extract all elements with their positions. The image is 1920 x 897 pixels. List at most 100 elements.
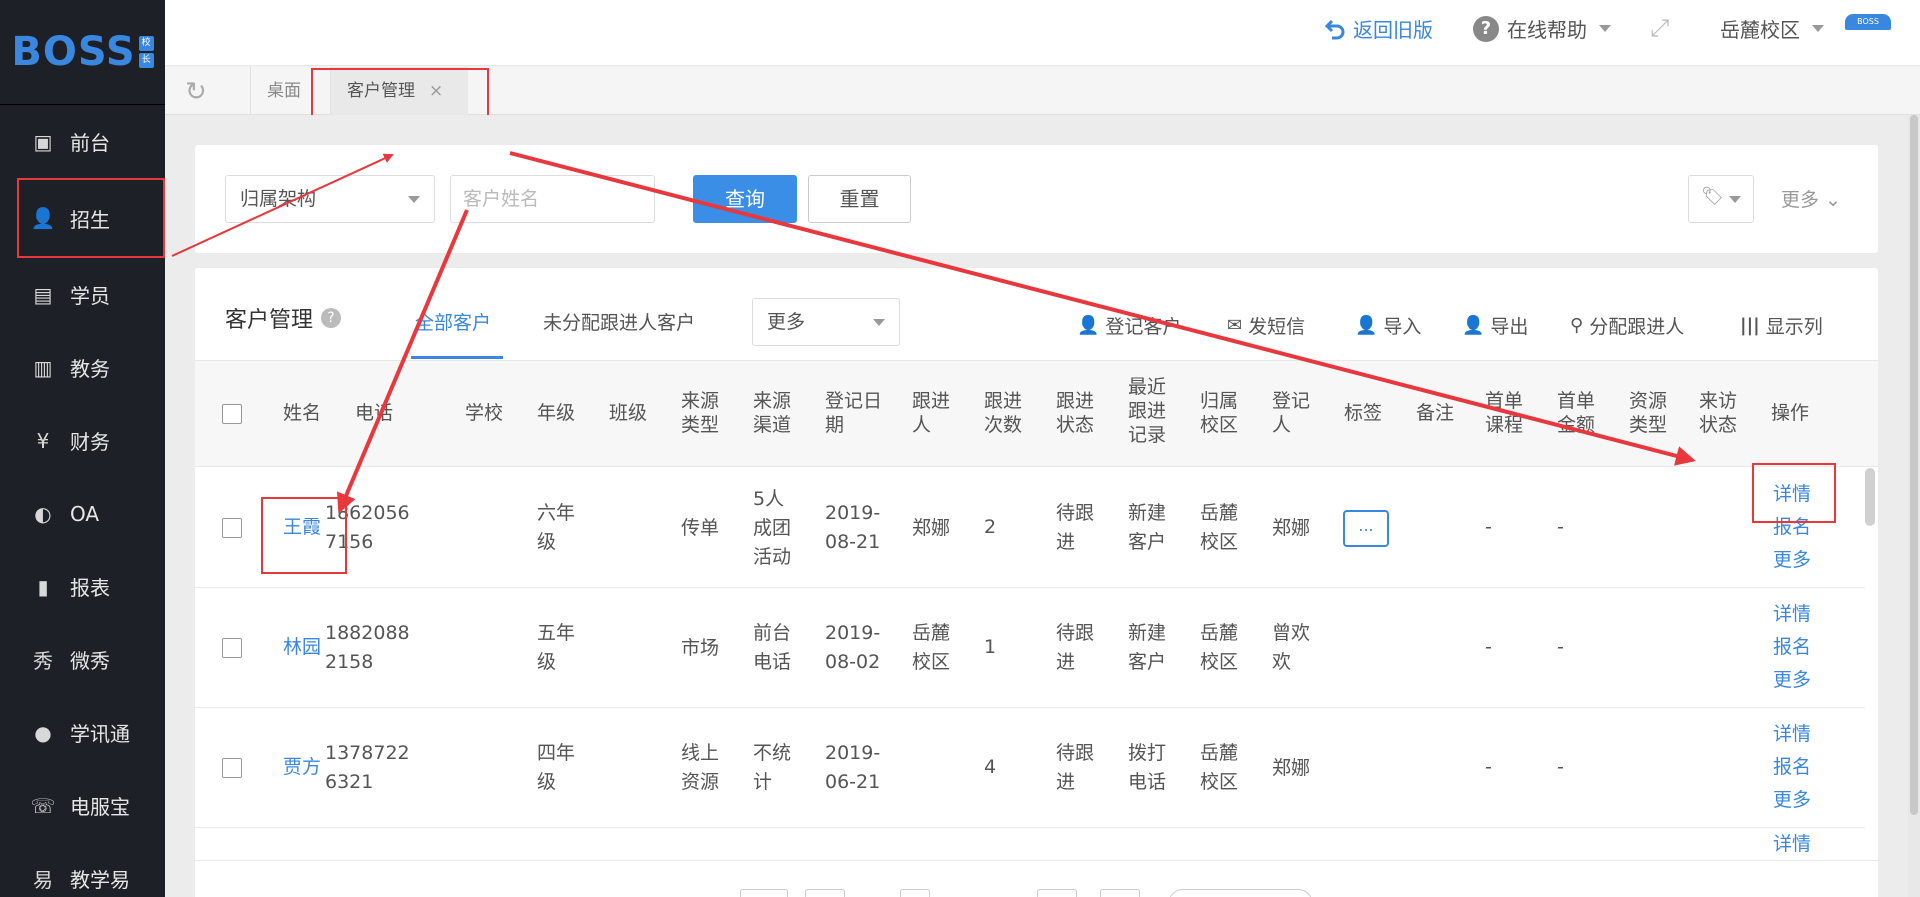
cell-phone: 1378722 6321: [325, 742, 410, 793]
row-checkbox[interactable]: [222, 758, 242, 778]
sidebar-item-label: 招生: [70, 207, 110, 232]
cell-source-type: 市场: [681, 636, 720, 659]
enroll-link[interactable]: 报名: [1773, 631, 1811, 664]
detail-link[interactable]: 详情: [1773, 718, 1811, 751]
row-checkbox[interactable]: [222, 638, 242, 658]
book-icon: ▥: [33, 355, 53, 380]
sidebar-item-label: 电服宝: [70, 795, 130, 819]
phone-icon: ☏: [30, 793, 56, 818]
window-icon: ▣: [33, 129, 53, 154]
sidebar-item-9[interactable]: ☏ 电服宝: [0, 769, 165, 842]
refresh-icon[interactable]: ↻: [185, 77, 207, 107]
assign-follower-button[interactable]: ⚲ 分配跟进人: [1570, 312, 1684, 339]
import-button[interactable]: 👤 导入: [1355, 312, 1421, 339]
campus-selector[interactable]: 岳麓校区: [1720, 14, 1824, 43]
more-link[interactable]: 更多: [1773, 544, 1811, 577]
sidebar-item-5[interactable]: ◐ OA: [0, 477, 165, 550]
sidebar-item-10[interactable]: 易教学易: [0, 842, 165, 897]
logo: BOSS 校 长: [0, 0, 165, 105]
page-last-button[interactable]: [1100, 889, 1140, 897]
location-pin-icon: ●: [34, 720, 52, 745]
cell-source-channel: 不统计: [753, 742, 792, 793]
sidebar-item-label: 学讯通: [70, 722, 130, 746]
page-next-button[interactable]: [1037, 889, 1077, 897]
register-customer-button[interactable]: 👤 登记客户: [1077, 312, 1181, 339]
cell-follow-count: 1: [984, 636, 997, 658]
sidebar-item-6[interactable]: ▮ 报表: [0, 550, 165, 623]
more-filter-toggle[interactable]: 更多 ⌄: [1781, 185, 1841, 212]
help-icon: ?: [1473, 15, 1499, 42]
bar-chart-icon: ▮: [37, 574, 49, 599]
sidebar-item-2[interactable]: ▤ 学员: [0, 258, 165, 331]
cell-first-course: -: [1485, 516, 1492, 538]
cell-campus: 岳麓 校区: [1200, 742, 1239, 793]
chevron-down-icon: [1729, 196, 1741, 203]
sidebar-item-1[interactable]: 👤 招生: [17, 178, 165, 258]
select-all-checkbox[interactable]: [222, 404, 242, 424]
tab-desktop[interactable]: 桌面: [250, 67, 317, 115]
sidebar-item-3[interactable]: ▥ 教务: [0, 331, 165, 404]
message-icon: ✉: [1227, 315, 1243, 336]
enroll-link[interactable]: 报名: [1773, 751, 1811, 784]
table-scrollbar-thumb[interactable]: [1865, 468, 1875, 526]
page-prev-button[interactable]: [805, 889, 845, 897]
tab-unassigned-customers[interactable]: 未分配跟进人客户: [543, 308, 695, 335]
user-import-icon: 👤: [1355, 315, 1378, 336]
tag-filter-select[interactable]: 🏷: [1688, 175, 1754, 223]
cell-latest-record: 新建 客户: [1128, 502, 1167, 553]
row-actions: 详情 报名 更多: [1773, 718, 1811, 817]
customer-name-link[interactable]: 林园: [283, 633, 321, 662]
customer-name-input[interactable]: 客户姓名: [450, 175, 655, 223]
org-select[interactable]: 归属架构: [225, 175, 435, 223]
more-link[interactable]: 更多: [1773, 784, 1811, 817]
customer-name-link[interactable]: 贾方: [283, 753, 321, 782]
cell-first-amount: -: [1557, 516, 1564, 538]
page-title: 客户管理 ?: [225, 302, 342, 334]
send-sms-button[interactable]: ✉ 发短信: [1227, 312, 1305, 339]
more-select[interactable]: 更多: [752, 298, 900, 346]
th-follow-count: 跟进 次数: [984, 390, 1023, 436]
tag-edit-button[interactable]: ...: [1343, 510, 1389, 547]
row-actions: 详情 报名 更多: [1773, 598, 1811, 697]
fullscreen-icon[interactable]: ⤢: [1650, 14, 1669, 42]
th-resource-type: 资源 类型: [1629, 390, 1668, 436]
help-icon[interactable]: ?: [321, 308, 342, 328]
id-card-icon: ▤: [33, 282, 53, 307]
logo-text: BOSS: [11, 29, 136, 75]
cell-reg-date: 2019- 06-21: [825, 742, 881, 793]
export-button[interactable]: 👤 导出: [1462, 312, 1528, 339]
filter-panel: 归属架构 客户姓名 查询 重置 🏷 更多 ⌄: [195, 145, 1878, 253]
reset-button[interactable]: 重置: [808, 175, 911, 223]
weixiu-icon: 秀: [33, 649, 53, 673]
online-help-menu[interactable]: ? 在线帮助: [1473, 14, 1611, 43]
active-tab-indicator: [411, 356, 503, 359]
more-link[interactable]: 更多: [1773, 664, 1811, 697]
detail-link[interactable]: 详情: [1773, 598, 1811, 631]
page-size-select[interactable]: [1168, 889, 1313, 897]
sidebar-item-label: 微秀: [70, 649, 110, 673]
query-button[interactable]: 查询: [693, 175, 797, 223]
th-latest-record: 最近 跟进 记录: [1128, 376, 1167, 446]
tab-all-customers[interactable]: 全部客户: [415, 308, 491, 335]
cell-source-type: 传单: [681, 516, 720, 539]
show-columns-button[interactable]: ||| 显示列: [1740, 312, 1823, 339]
page-input[interactable]: [900, 889, 930, 897]
table-row: 贾方 1378722 6321 四年级 线上 资源 不统计 2019- 06-21 4 待跟进拨打电…: [195, 708, 1865, 828]
cell-latest-record: 新建 客户: [1128, 622, 1167, 673]
user-add-icon: 👤: [1077, 315, 1100, 336]
user-add-icon: 👤: [30, 206, 56, 230]
page-first-button[interactable]: [740, 889, 788, 897]
th-follower: 跟进人: [912, 390, 951, 436]
row-checkbox[interactable]: [222, 518, 242, 538]
detail-link[interactable]: 详情: [1773, 828, 1811, 861]
page-scrollbar-thumb[interactable]: [1910, 115, 1918, 815]
back-to-old-version-link[interactable]: 返回旧版: [1323, 14, 1433, 43]
sidebar-item-0[interactable]: ▣ 前台: [0, 105, 165, 178]
sidebar-item-7[interactable]: 秀微秀: [0, 623, 165, 696]
sidebar-item-4[interactable]: ¥ 财务: [0, 404, 165, 477]
sidebar-item-8[interactable]: ● 学讯通: [0, 696, 165, 769]
cell-follower: 岳麓 校区: [912, 622, 951, 673]
cell-follow-count: 4: [984, 756, 997, 778]
cell-latest-record: 拨打 电话: [1128, 742, 1167, 793]
th-grade: 年级: [537, 402, 576, 424]
